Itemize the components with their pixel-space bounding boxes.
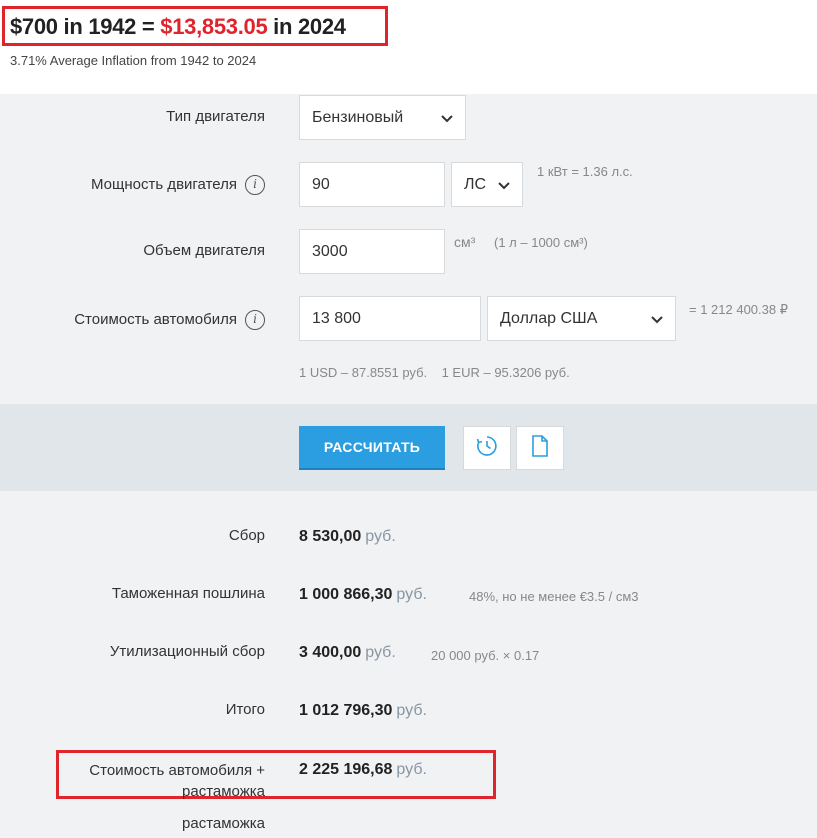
- inflation-headline: $700 in 1942 = $13,853.05 in 2024: [10, 14, 346, 39]
- engine-type-select[interactable]: Бензиновый: [299, 95, 466, 140]
- document-icon: [531, 434, 549, 462]
- exchange-rates: 1 USD – 87.8551 руб. 1 EUR – 95.3206 руб…: [299, 365, 570, 380]
- customs-duty-label: Таможенная пошлина: [111, 585, 265, 602]
- grand-total-value: 2 225 196,68 руб.: [299, 761, 427, 778]
- car-price-label: Стоимость автомобиля i: [74, 310, 265, 330]
- recycling-fee-label: Утилизационный сбор: [109, 643, 265, 660]
- chevron-down-icon: [441, 110, 453, 126]
- total-value: 1 012 796,30 руб.: [299, 702, 427, 719]
- inflation-banner: $700 in 1942 = $13,853.05 in 2024 3.71% …: [0, 0, 817, 94]
- calculate-button[interactable]: РАССЧИТАТЬ: [299, 426, 445, 470]
- power-conversion-hint: 1 кВт = 1.36 л.с.: [537, 164, 633, 179]
- engine-power-label: Мощность двигателя i: [91, 175, 265, 195]
- inflation-result: $13,853.05: [160, 14, 268, 39]
- chevron-down-icon: [651, 311, 663, 327]
- engine-volume-label: Объем двигателя: [143, 242, 265, 259]
- currency-select[interactable]: Доллар США: [487, 296, 676, 341]
- volume-conversion-hint: (1 л – 1000 см³): [494, 235, 588, 250]
- info-icon[interactable]: i: [245, 175, 265, 195]
- car-price-input[interactable]: 13 800: [299, 296, 481, 341]
- customs-duty-value: 1 000 866,30 руб.: [299, 586, 427, 603]
- trailing-label: растаможка: [182, 815, 265, 832]
- chevron-down-icon: [498, 177, 510, 193]
- info-icon[interactable]: i: [245, 310, 265, 330]
- inflation-subtitle: 3.71% Average Inflation from 1942 to 202…: [10, 53, 257, 68]
- document-button[interactable]: [516, 426, 564, 470]
- engine-power-input[interactable]: 90: [299, 162, 445, 207]
- engine-volume-input[interactable]: 3000: [299, 229, 445, 274]
- clock-icon: [476, 435, 498, 462]
- total-label: Итого: [225, 701, 265, 718]
- price-conversion: = 1 212 400.38 ₽: [689, 302, 788, 317]
- customs-duty-note: 48%, но не менее €3.5 / см3: [469, 589, 639, 604]
- grand-total-label: Стоимость автомобиля + растаможка: [89, 762, 265, 800]
- power-unit-select[interactable]: ЛС: [451, 162, 523, 207]
- volume-unit: см³: [454, 234, 476, 250]
- engine-type-label: Тип двигателя: [166, 108, 265, 125]
- recycling-fee-note: 20 000 руб. × 0.17: [431, 648, 540, 663]
- fee-label: Сбор: [228, 527, 265, 544]
- history-button[interactable]: [463, 426, 511, 470]
- fee-value: 8 530,00 руб.: [299, 528, 396, 545]
- recycling-fee-value: 3 400,00 руб.: [299, 644, 396, 661]
